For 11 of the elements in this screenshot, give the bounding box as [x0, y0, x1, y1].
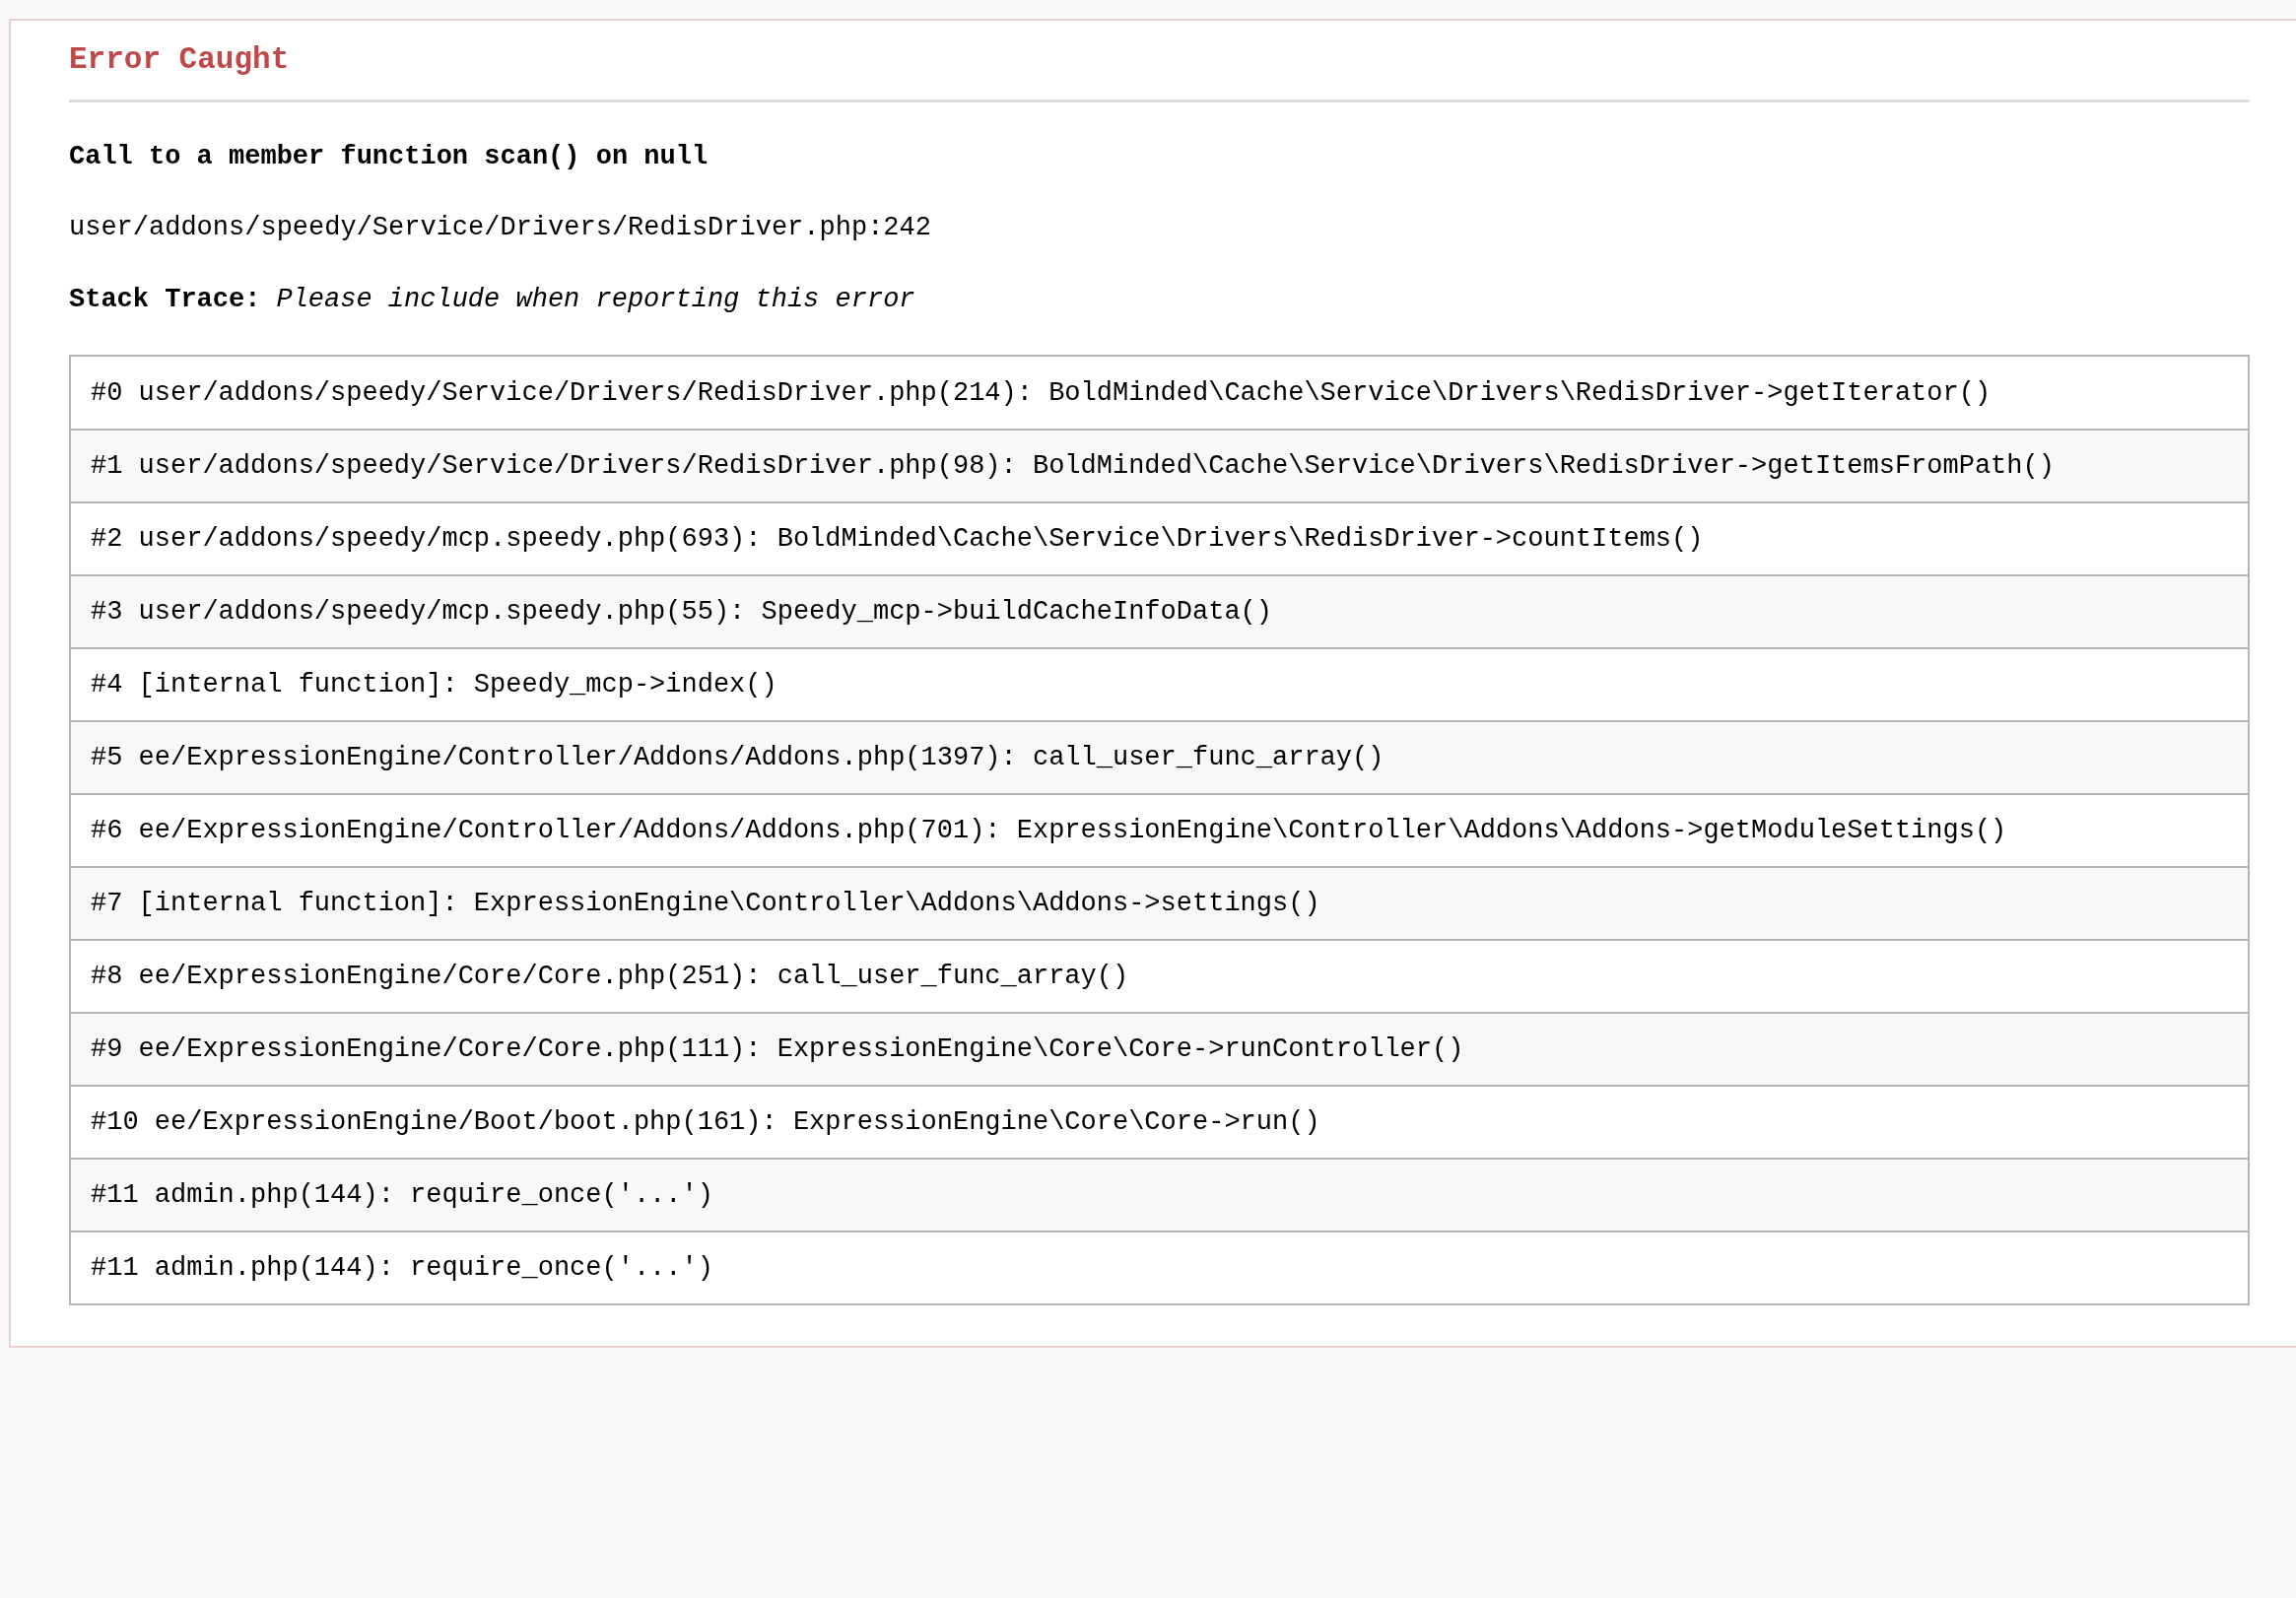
stack-trace-row: #3 user/addons/speedy/mcp.speedy.php(55): Speedy_mcp->buildCacheInfoData()	[71, 574, 2248, 647]
stack-trace-row: #5 ee/ExpressionEngine/Controller/Addons/Addons.php(1397): call_user_func_array()	[71, 720, 2248, 793]
stack-trace-row: #7 [internal function]: ExpressionEngine\Controller\Addons\Addons->settings()	[71, 866, 2248, 939]
error-title: Error Caught	[69, 42, 2250, 102]
stack-trace-row: #1 user/addons/speedy/Service/Drivers/RedisDriver.php(98): BoldMinded\Cache\Service\Drivers\RedisDriver->getItemsFromPath()	[71, 429, 2248, 501]
stack-trace-label: Stack Trace:	[69, 285, 261, 314]
stack-trace-row: #11 admin.php(144): require_once('...')	[71, 1158, 2248, 1231]
stack-trace-row: #9 ee/ExpressionEngine/Core/Core.php(111): ExpressionEngine\Core\Core->runController()	[71, 1012, 2248, 1085]
error-message: Call to a member function scan() on null	[69, 141, 709, 173]
error-location: user/addons/speedy/Service/Drivers/RedisDriver.php:242	[69, 212, 932, 244]
stack-trace-note: Please include when reporting this error	[276, 285, 915, 314]
